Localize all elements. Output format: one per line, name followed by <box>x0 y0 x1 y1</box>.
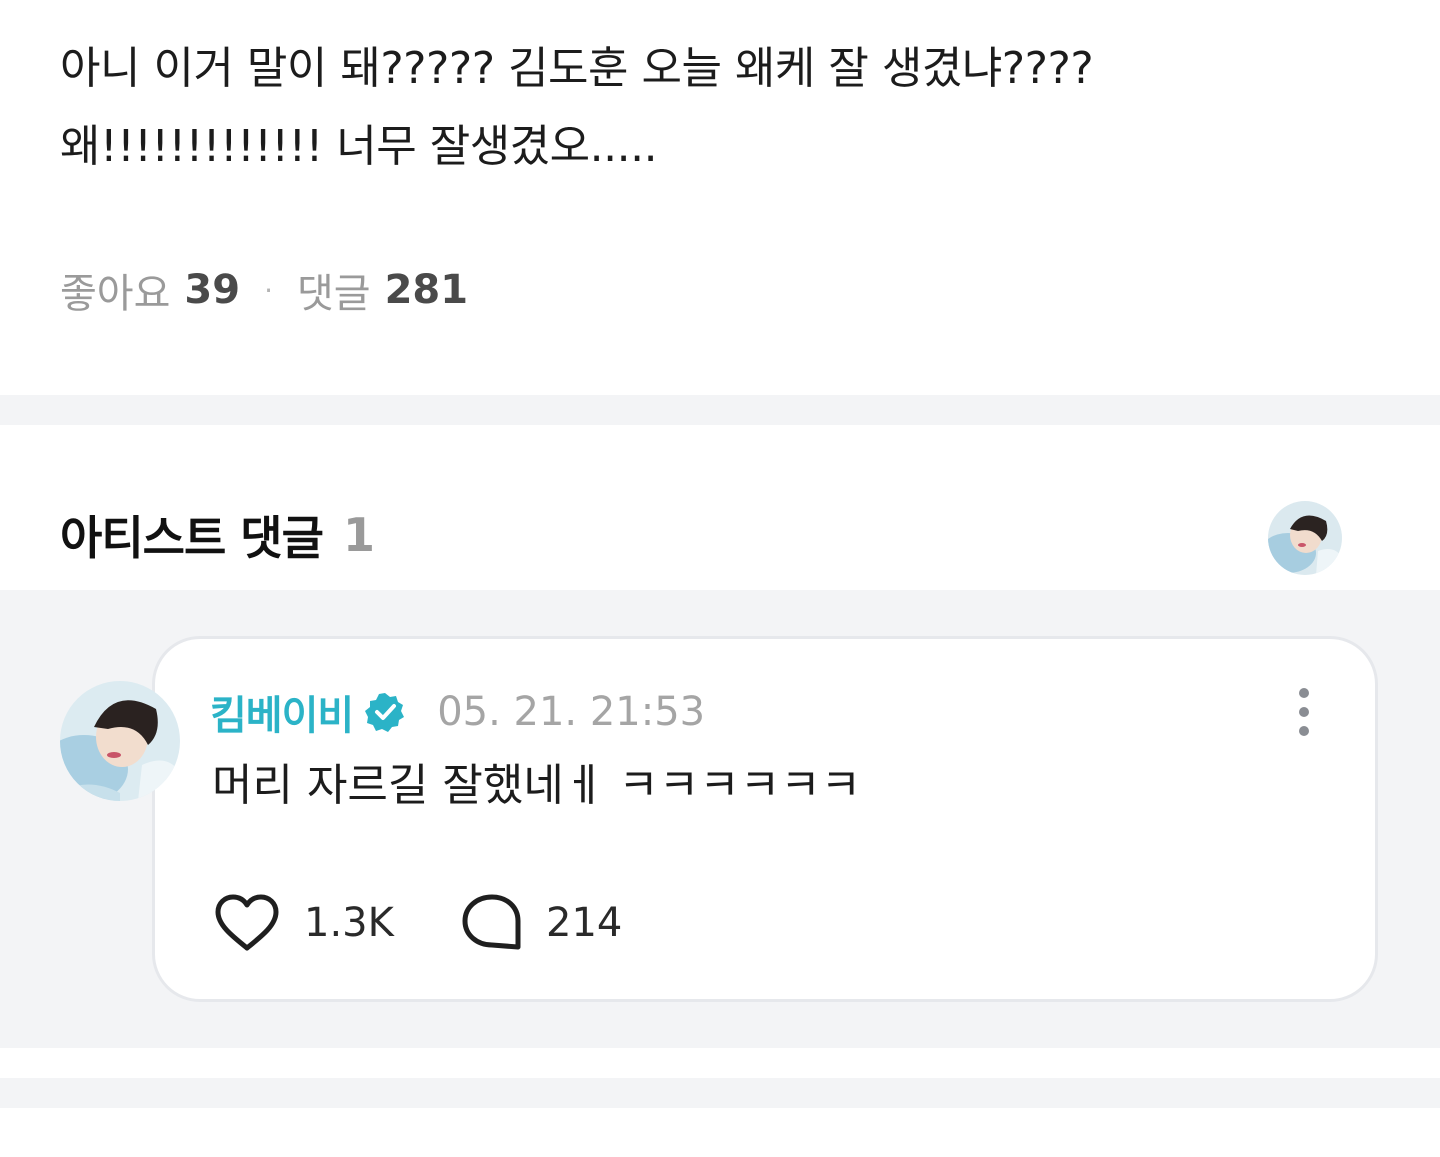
comment-text: 머리 자르길 잘했네ㅔ ㅋㅋㅋㅋㅋㅋ <box>212 760 862 811</box>
artist-comments-header[interactable]: 아티스트 댓글 1 <box>60 500 375 570</box>
more-vertical-icon-dot <box>1299 726 1309 736</box>
section-divider-bottom <box>0 1078 1440 1108</box>
artist-avatar-image <box>1268 501 1342 575</box>
comment-like-button[interactable]: 1.3K <box>212 892 394 954</box>
comment-author-avatar-image <box>60 681 180 801</box>
artist-comments-title: 아티스트 댓글 <box>60 511 324 565</box>
comments-label[interactable]: 댓글 <box>297 261 371 319</box>
comment-reply-count: 214 <box>546 900 623 946</box>
comments-count[interactable]: 281 <box>385 267 469 313</box>
likes-count[interactable]: 39 <box>184 267 240 313</box>
heart-icon <box>212 893 282 953</box>
speech-bubble-icon <box>460 893 524 953</box>
comment-reply-button[interactable]: 214 <box>460 892 622 954</box>
artist-avatar[interactable] <box>1268 501 1342 575</box>
more-options-button[interactable] <box>1284 684 1324 740</box>
comment-author-avatar[interactable] <box>60 681 180 801</box>
comment-like-count: 1.3K <box>304 900 394 946</box>
more-vertical-icon-dot <box>1299 688 1309 698</box>
comment-timestamp: 05. 21. 21:53 <box>437 689 706 735</box>
verified-badge-icon <box>363 690 407 734</box>
stats-separator: · <box>264 273 273 307</box>
artist-comments-count: 1 <box>342 508 375 562</box>
post-body-text: 아니 이거 말이 돼????? 김도훈 오늘 왜케 잘 생겼냐???? 왜!!!… <box>60 43 1094 172</box>
comment-author-name[interactable]: 킴베이비 <box>210 683 354 741</box>
community-post-page: 아니 이거 말이 돼????? 김도훈 오늘 왜케 잘 생겼냐???? 왜!!!… <box>0 0 1440 1157</box>
more-vertical-icon-dot <box>1299 707 1309 717</box>
likes-label[interactable]: 좋아요 <box>60 261 170 319</box>
post-stats: 좋아요 39 · 댓글 281 <box>60 262 468 318</box>
comment-meta: 킴베이비 05. 21. 21:53 <box>210 684 705 740</box>
section-divider <box>0 395 1440 425</box>
